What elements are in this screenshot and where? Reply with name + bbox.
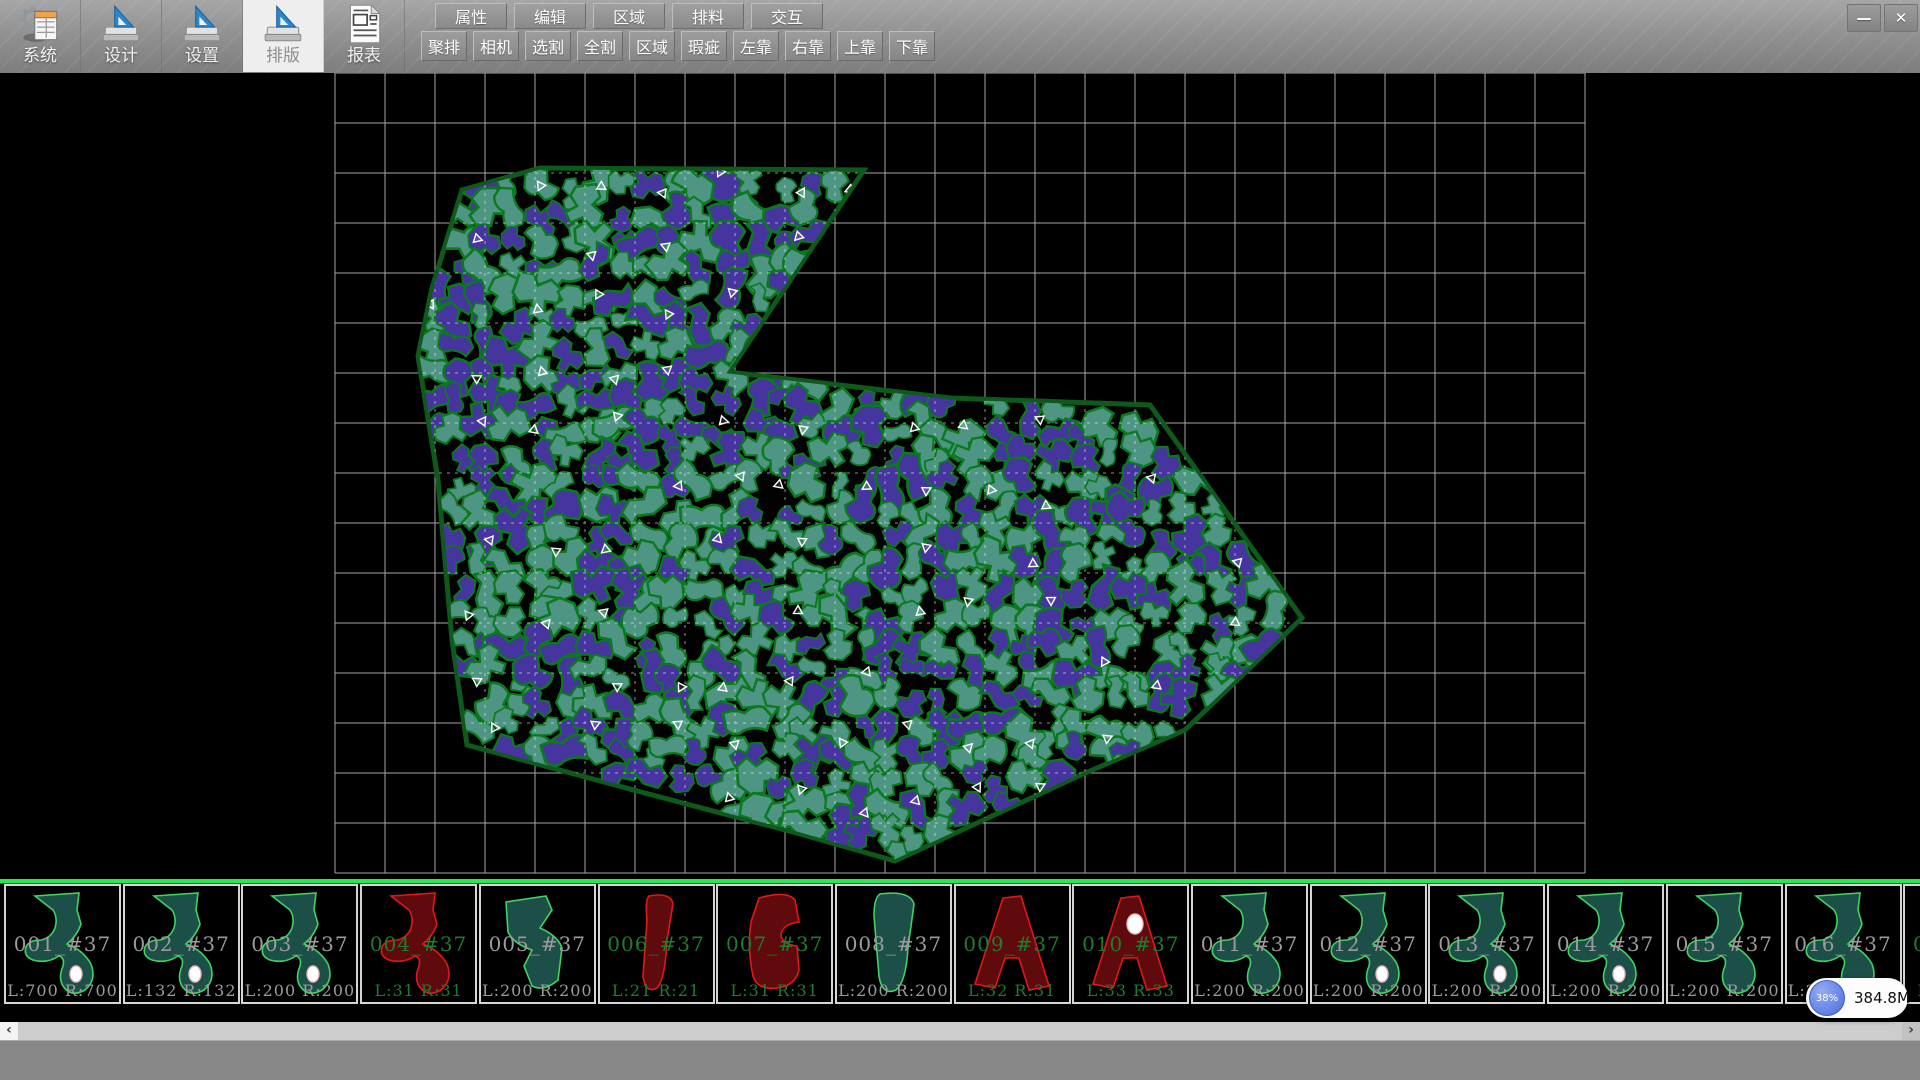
part-lr-count: L:31 R:31 <box>718 981 831 1000</box>
part-lr-count: L:33 R:33 <box>1074 981 1187 1000</box>
part-lr-count: L:132 R:132 <box>125 981 238 1000</box>
scroll-right-button[interactable]: › <box>1902 1022 1920 1040</box>
toolbar: 系统 设计 设置 <box>0 0 1920 73</box>
tab-settings[interactable]: 设置 <box>162 0 243 72</box>
tab-report-label: 报表 <box>347 47 381 66</box>
action-row: 聚排相机选割全割区域瑕疵左靠右靠上靠下靠 <box>421 31 935 61</box>
action-button-9[interactable]: 上靠 <box>837 31 883 61</box>
action-button-5[interactable]: 区域 <box>629 31 675 61</box>
tab-design[interactable]: 设计 <box>81 0 162 72</box>
part-name: 004_#37 <box>362 932 475 956</box>
part-lr-count: L:200 R:200 <box>481 981 594 1000</box>
part-thumbnail[interactable]: 001_#37 L:700 R:700 <box>4 884 121 1004</box>
part-name: 002_#37 <box>125 932 238 956</box>
part-name: 011_#37 <box>1193 932 1306 956</box>
part-name: 015_#37 <box>1668 932 1781 956</box>
menu-button-3[interactable]: 区域 <box>593 3 665 29</box>
part-thumbnail[interactable]: 010_#37 L:33 R:33 <box>1072 884 1189 1004</box>
part-thumbnail[interactable]: 007_#37 L:31 R:31 <box>716 884 833 1004</box>
part-thumbnail[interactable]: 015_#37 L:200 R:200 <box>1666 884 1783 1004</box>
part-name: 013_#37 <box>1430 932 1543 956</box>
part-thumbnail[interactable]: 017_#37L:21 R:21 <box>1903 884 1920 1004</box>
part-lr-count: L:31 R:31 <box>362 981 475 1000</box>
part-name: 001_#37 <box>6 932 119 956</box>
tab-design-label: 设计 <box>104 47 138 66</box>
menu-button-2[interactable]: 编辑 <box>514 3 586 29</box>
tab-report[interactable]: 报表 <box>324 0 405 72</box>
part-thumbnail[interactable]: 002_#37 L:132 R:132 <box>123 884 240 1004</box>
part-lr-count: L:32 R:31 <box>956 981 1069 1000</box>
part-lr-count: L:200 R:200 <box>1430 981 1543 1000</box>
part-name: 008_#37 <box>837 932 950 956</box>
part-thumbnail[interactable]: 011_#37 L:200 R:200 <box>1191 884 1308 1004</box>
nested-pieces <box>404 154 1295 876</box>
tab-system[interactable]: 系统 <box>0 0 81 72</box>
tab-settings-label: 设置 <box>185 47 219 66</box>
action-button-6[interactable]: 瑕疵 <box>681 31 727 61</box>
part-name: 014_#37 <box>1549 932 1662 956</box>
scroll-left-button[interactable]: ‹ <box>0 1022 18 1040</box>
nesting-canvas[interactable] <box>0 73 1920 879</box>
action-button-2[interactable]: 相机 <box>473 31 519 61</box>
part-lr-count: L:200 R:200 <box>243 981 356 1000</box>
part-name: 007_#37 <box>718 932 831 956</box>
part-thumbnail[interactable]: 004_#37 L:31 R:31 <box>360 884 477 1004</box>
memory-usage: 384.8M <box>1854 989 1910 1007</box>
report-doc-icon <box>341 1 387 47</box>
nesting-ruler-icon <box>260 1 306 47</box>
tab-nesting[interactable]: 排版 <box>243 0 324 72</box>
horizontal-scrollbar[interactable]: ‹ › <box>0 1022 1920 1040</box>
part-name: 012_#37 <box>1312 932 1425 956</box>
nesting-app-window: 系统 设计 设置 <box>0 0 1920 1080</box>
part-lr-count: L:200 R:200 <box>837 981 950 1000</box>
window-controls: — ✕ <box>1847 4 1918 32</box>
part-thumbnail[interactable]: 005_#37 L:200 R:200 <box>479 884 596 1004</box>
system-gear-icon <box>17 1 63 47</box>
minimize-button[interactable]: — <box>1847 4 1881 32</box>
design-ruler-icon <box>98 1 144 47</box>
nest-layout-svg <box>0 73 1920 879</box>
part-thumbnail[interactable]: 003_#37 L:200 R:200 <box>241 884 358 1004</box>
action-button-7[interactable]: 左靠 <box>733 31 779 61</box>
menu-button-4[interactable]: 排料 <box>672 3 744 29</box>
part-thumbnail[interactable]: 006_#37 L:21 R:21 <box>598 884 715 1004</box>
menu-button-1[interactable]: 属性 <box>435 3 507 29</box>
part-thumbnail-strip: 001_#37L:700 R:700002_#37L:132 R:132003_… <box>0 884 1920 1008</box>
part-thumbnail[interactable]: 008_#37 L:200 R:200 <box>835 884 952 1004</box>
part-lr-count: L:21 R:21 <box>600 981 713 1000</box>
action-button-10[interactable]: 下靠 <box>889 31 935 61</box>
settings-ruler-icon <box>179 1 225 47</box>
part-lr-count: L:700 R:700 <box>6 981 119 1000</box>
part-name: 010_#37 <box>1074 932 1187 956</box>
close-button[interactable]: ✕ <box>1884 4 1918 32</box>
status-bar <box>0 1040 1920 1080</box>
status-badge: 38% 384.8M <box>1806 978 1908 1018</box>
part-thumbnail[interactable]: 013_#37 L:200 R:200 <box>1428 884 1545 1004</box>
tab-nesting-label: 排版 <box>266 47 300 66</box>
progress-circle: 38% <box>1809 980 1845 1016</box>
part-name: 017_#37 <box>1905 932 1920 956</box>
action-button-4[interactable]: 全割 <box>577 31 623 61</box>
part-thumbnail[interactable]: 014_#37 L:200 R:200 <box>1547 884 1664 1004</box>
part-lr-count: L:200 R:200 <box>1549 981 1662 1000</box>
part-name: 009_#37 <box>956 932 1069 956</box>
part-name: 005_#37 <box>481 932 594 956</box>
part-lr-count: L:200 R:200 <box>1668 981 1781 1000</box>
part-name: 016_#37 <box>1787 932 1900 956</box>
action-button-8[interactable]: 右靠 <box>785 31 831 61</box>
action-button-1[interactable]: 聚排 <box>421 31 467 61</box>
part-name: 003_#37 <box>243 932 356 956</box>
part-lr-count: L:200 R:200 <box>1312 981 1425 1000</box>
menu-row: 属性编辑区域排料交互 <box>435 3 823 29</box>
part-name: 006_#37 <box>600 932 713 956</box>
main-tab-dock: 系统 设计 设置 <box>0 0 405 73</box>
part-thumbnail[interactable]: 009_#37 L:32 R:31 <box>954 884 1071 1004</box>
part-thumbnail[interactable]: 012_#37 L:200 R:200 <box>1310 884 1427 1004</box>
tab-system-label: 系统 <box>23 47 57 66</box>
action-button-3[interactable]: 选割 <box>525 31 571 61</box>
part-lr-count: L:200 R:200 <box>1193 981 1306 1000</box>
menu-button-5[interactable]: 交互 <box>751 3 823 29</box>
